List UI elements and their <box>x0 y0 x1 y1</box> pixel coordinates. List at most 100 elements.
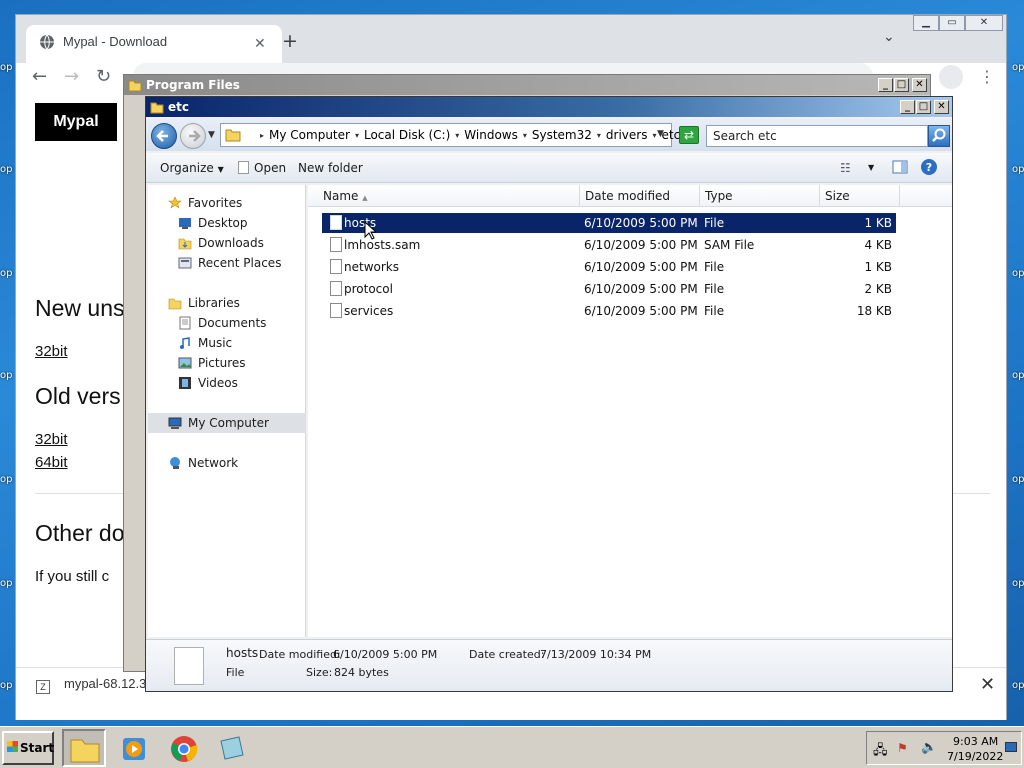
breadcrumb: ▸ My Computer ▾ Local Disk (C:) ▾ Windows ▾ Sys… <box>255 128 680 142</box>
site-logo[interactable]: Mypal <box>35 103 117 141</box>
chevron-down-icon[interactable]: ▼ <box>868 163 874 172</box>
desktop-icon-label: op <box>1012 268 1024 279</box>
file-row[interactable]: networks 6/10/2009 5:00 PM File 1 KB <box>322 257 896 277</box>
nav-documents[interactable]: Documents <box>148 313 306 333</box>
breadcrumb-item[interactable]: System32 <box>532 128 592 142</box>
download-link-32bit-old[interactable]: 32bit <box>35 431 68 448</box>
taskbar-explorer[interactable] <box>62 729 106 767</box>
maximize-button[interactable]: □ <box>894 78 909 92</box>
nav-pictures[interactable]: Pictures <box>148 353 306 373</box>
breadcrumb-item[interactable]: Local Disk (C:) <box>364 128 450 142</box>
file-icon <box>330 237 342 252</box>
file-type: File <box>704 282 725 296</box>
view-options-icon[interactable]: ☷ <box>840 161 851 175</box>
file-row[interactable]: services 6/10/2009 5:00 PM File 18 KB <box>322 301 896 321</box>
breadcrumb-separator[interactable]: ▾ <box>597 131 601 140</box>
nav-videos[interactable]: Videos <box>148 373 306 393</box>
column-label: Name <box>323 189 359 203</box>
libraries-icon <box>168 296 182 310</box>
window-titlebar[interactable]: Program Files <box>124 75 930 95</box>
chevron-down-icon[interactable]: ⌄ <box>883 29 895 45</box>
nav-desktop[interactable]: Desktop <box>148 213 306 233</box>
minimize-button[interactable]: _ <box>900 100 915 114</box>
close-icon[interactable]: ✕ <box>980 674 995 695</box>
download-item[interactable]: Zmypal-68.12.3 <box>36 676 146 694</box>
maximize-button[interactable]: □ <box>916 100 931 114</box>
breadcrumb-separator[interactable]: ▾ <box>523 131 527 140</box>
breadcrumb-separator[interactable]: ▾ <box>652 131 656 140</box>
breadcrumb-separator[interactable]: ▾ <box>355 131 359 140</box>
close-button[interactable]: ✕ <box>965 15 1003 31</box>
breadcrumb-separator[interactable]: ▾ <box>455 131 459 140</box>
reload-icon[interactable]: ↻ <box>96 66 111 87</box>
open-button[interactable]: Open <box>238 161 286 175</box>
clock-time[interactable]: 9:03 AM <box>953 735 998 748</box>
new-folder-button[interactable]: New folder <box>298 161 363 175</box>
new-tab-icon[interactable]: + <box>282 30 298 52</box>
file-row[interactable]: protocol 6/10/2009 5:00 PM File 2 KB <box>322 279 896 299</box>
details-type: File <box>226 666 245 679</box>
preview-pane-icon[interactable] <box>892 159 908 175</box>
taskbar-app[interactable] <box>210 729 254 767</box>
column-header-type[interactable]: Type <box>700 185 820 207</box>
network-tray-icon[interactable]: 🖧 <box>873 741 888 763</box>
window-title: Program Files <box>146 78 240 92</box>
forward-button[interactable] <box>180 123 206 149</box>
nav-libraries[interactable]: Libraries <box>148 293 306 313</box>
kebab-menu-icon[interactable]: ⋮ <box>979 67 995 86</box>
nav-favorites[interactable]: Favorites <box>148 193 306 213</box>
window-titlebar[interactable]: etc <box>146 97 952 117</box>
back-arrow-icon[interactable]: ← <box>32 66 47 87</box>
maximize-button[interactable]: ▭ <box>939 15 965 31</box>
nav-recent-places[interactable]: Recent Places <box>148 253 306 273</box>
refresh-button[interactable]: ⇄ <box>679 126 699 144</box>
recent-pages-dropdown[interactable]: ▼ <box>208 130 215 140</box>
column-header-date[interactable]: Date modified <box>580 185 700 207</box>
organize-button[interactable]: Organize ▼ <box>160 161 224 175</box>
archive-icon: Z <box>36 680 50 694</box>
file-name: lmhosts.sam <box>344 238 421 252</box>
nav-my-computer[interactable]: My Computer <box>148 413 306 433</box>
profile-icon[interactable] <box>939 65 963 89</box>
address-bar[interactable]: ▸ My Computer ▾ Local Disk (C:) ▾ Windows ▾ Sys… <box>220 123 680 147</box>
forward-arrow-icon[interactable]: → <box>64 66 79 87</box>
file-date: 6/10/2009 5:00 PM <box>584 260 698 274</box>
svg-text:?: ? <box>926 161 932 174</box>
file-row[interactable]: lmhosts.sam 6/10/2009 5:00 PM SAM File 4… <box>322 235 896 255</box>
breadcrumb-item[interactable]: drivers <box>606 128 648 142</box>
taskbar-media-player[interactable] <box>112 729 156 767</box>
sort-ascending-icon: ▲ <box>362 194 368 202</box>
help-icon[interactable]: ? <box>920 158 938 176</box>
tab-close-icon[interactable]: ✕ <box>254 36 266 52</box>
file-row[interactable]: hosts 6/10/2009 5:00 PM File 1 KB <box>322 213 896 233</box>
download-link-32bit[interactable]: 32bit <box>35 343 68 360</box>
column-header-name[interactable]: Name ▲ <box>308 185 580 207</box>
action-center-icon[interactable]: ⚑ <box>897 741 908 755</box>
close-button[interactable]: ✕ <box>934 100 949 114</box>
minimize-button[interactable]: ▁ <box>913 15 939 31</box>
desktop-icon-label: op <box>0 680 13 691</box>
nav-downloads[interactable]: Downloads <box>148 233 306 253</box>
close-button[interactable]: ✕ <box>912 78 927 92</box>
minimize-button[interactable]: _ <box>878 78 893 92</box>
desktop-icon-label: op <box>0 268 13 279</box>
desktop-icon-label: op <box>1012 370 1024 381</box>
address-dropdown[interactable]: ▼ <box>657 129 664 139</box>
taskbar-chrome[interactable] <box>162 729 206 767</box>
column-header-size[interactable]: Size <box>820 185 900 207</box>
breadcrumb-item[interactable]: Windows <box>464 128 518 142</box>
breadcrumb-item[interactable]: etc <box>662 128 681 142</box>
clock-date[interactable]: 7/19/2022 <box>947 750 1003 763</box>
back-button[interactable] <box>151 123 177 149</box>
breadcrumb-separator[interactable]: ▸ <box>260 131 264 140</box>
show-desktop-icon[interactable] <box>1005 742 1017 752</box>
start-button[interactable]: Start <box>2 731 54 765</box>
nav-network[interactable]: Network <box>148 453 306 473</box>
search-icon[interactable] <box>928 125 950 147</box>
download-link-64bit-old[interactable]: 64bit <box>35 454 68 471</box>
browser-tab[interactable]: Mypal - Download ✕ <box>26 25 282 63</box>
nav-music[interactable]: Music <box>148 333 306 353</box>
breadcrumb-item[interactable]: My Computer <box>269 128 350 142</box>
volume-icon[interactable]: 🔈 <box>921 740 937 755</box>
search-input[interactable]: Search etc <box>706 125 928 147</box>
